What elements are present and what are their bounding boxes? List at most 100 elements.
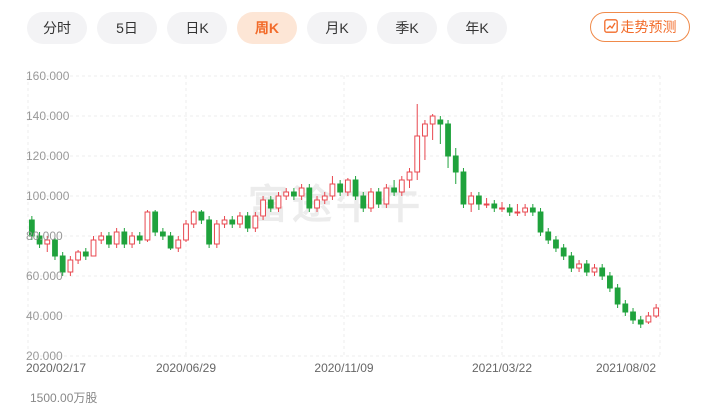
volume-label: 1500.00万股 (30, 391, 97, 404)
trend-forecast-label: 走势预测 (620, 19, 677, 35)
x-tick-label: 2021/08/02 (596, 361, 656, 375)
candle-body (314, 199, 320, 209)
candle-body (159, 231, 166, 237)
candle (144, 210, 151, 242)
candle (352, 176, 359, 200)
candle-body (452, 155, 459, 173)
tab-quarterly-k[interactable]: 季K (377, 12, 437, 44)
watermark: 富途牛牛 (248, 182, 424, 227)
candle (522, 204, 529, 216)
candle-body (275, 195, 282, 209)
candle (113, 228, 120, 248)
candle-body (599, 267, 606, 277)
candle (537, 208, 544, 236)
tab-weekly-k[interactable]: 周K (237, 12, 297, 44)
candle (306, 184, 313, 212)
candle-body (614, 287, 621, 305)
candle (614, 284, 621, 308)
candle-body (98, 235, 105, 241)
candle-body (252, 215, 259, 229)
candle (98, 232, 105, 244)
candle (159, 228, 166, 240)
candle (599, 264, 606, 280)
candle (383, 184, 390, 208)
candle-body (306, 187, 313, 209)
candle-body (90, 239, 97, 257)
candle-body (67, 259, 74, 273)
candle-body (136, 235, 143, 241)
candle (190, 210, 197, 228)
candle-body (537, 211, 544, 233)
candle (414, 104, 421, 180)
candle-body (152, 211, 159, 233)
candle-body (491, 203, 498, 209)
candle-body (522, 207, 529, 213)
candle-body (506, 207, 513, 213)
candle (237, 212, 243, 228)
candle-body (144, 211, 151, 241)
candle-body (298, 187, 305, 197)
candle-body (553, 239, 559, 249)
y-axis-labels: 160.000 140.000 120.000 100.000 80.000 60.000… (26, 69, 70, 363)
candle (506, 204, 513, 216)
candle-body (560, 247, 567, 257)
weekly-k-chart[interactable]: 富途牛牛 160.000 140.000 120.000 100.000 80.000 6… (0, 58, 706, 404)
candle (499, 202, 505, 212)
candle (475, 192, 482, 210)
candle-body (607, 275, 613, 289)
candle-body (529, 207, 536, 213)
candle-body (422, 123, 428, 137)
candle-body (344, 179, 351, 193)
trend-forecast-button[interactable]: 走势预测 (590, 12, 690, 42)
candle (529, 204, 536, 216)
candle-body (514, 211, 521, 214)
candle-body (545, 231, 552, 241)
y-tick-label: 100.000 (26, 189, 70, 203)
y-tick-label: 120.000 (26, 149, 70, 163)
candle-body (260, 199, 266, 217)
candle (545, 228, 552, 244)
candle-body (391, 187, 397, 193)
candle-body (213, 223, 220, 245)
y-tick-label: 140.000 (26, 109, 70, 123)
candle (429, 114, 436, 140)
candle-body (75, 251, 81, 261)
x-tick-label: 2020/02/17 (26, 361, 86, 375)
candle-body (221, 219, 228, 225)
tab-yearly-k[interactable]: 年K (447, 12, 507, 44)
x-axis-labels: 2020/02/17 2020/06/29 2020/11/09 2021/03/22… (26, 361, 656, 375)
candle (368, 188, 374, 212)
candle-body (445, 123, 451, 157)
tab-5day[interactable]: 5日 (97, 12, 157, 44)
candle-body (406, 171, 413, 181)
candle-body (244, 215, 251, 229)
tab-monthly-k[interactable]: 月K (307, 12, 367, 44)
candle (583, 260, 590, 276)
tab-intraday[interactable]: 分时 (27, 12, 87, 44)
candle-body (183, 223, 189, 241)
candle (229, 216, 236, 228)
candle-body (106, 235, 112, 245)
candle-body (383, 187, 390, 205)
candle-body (360, 195, 367, 209)
y-tick-label: 160.000 (26, 69, 70, 83)
candle (468, 192, 475, 212)
period-tabs: 分时 5日 日K 周K 月K 季K 年K 走势预测 (0, 0, 706, 58)
candle (607, 272, 613, 292)
candle-body (175, 239, 182, 249)
candle-body (329, 183, 336, 197)
candle-body (468, 195, 475, 205)
candle-body (437, 119, 444, 125)
candle (437, 116, 444, 144)
candle-body (645, 315, 652, 323)
candle-body (576, 263, 582, 269)
candle (175, 236, 182, 252)
y-tick-label: 80.000 (26, 229, 63, 243)
candle-body (291, 191, 297, 197)
candle (260, 196, 266, 220)
candle-body (206, 219, 213, 245)
x-tick-label: 2020/06/29 (156, 361, 216, 375)
candle-body (82, 251, 89, 257)
tab-daily-k[interactable]: 日K (167, 12, 227, 44)
candle (75, 250, 81, 264)
